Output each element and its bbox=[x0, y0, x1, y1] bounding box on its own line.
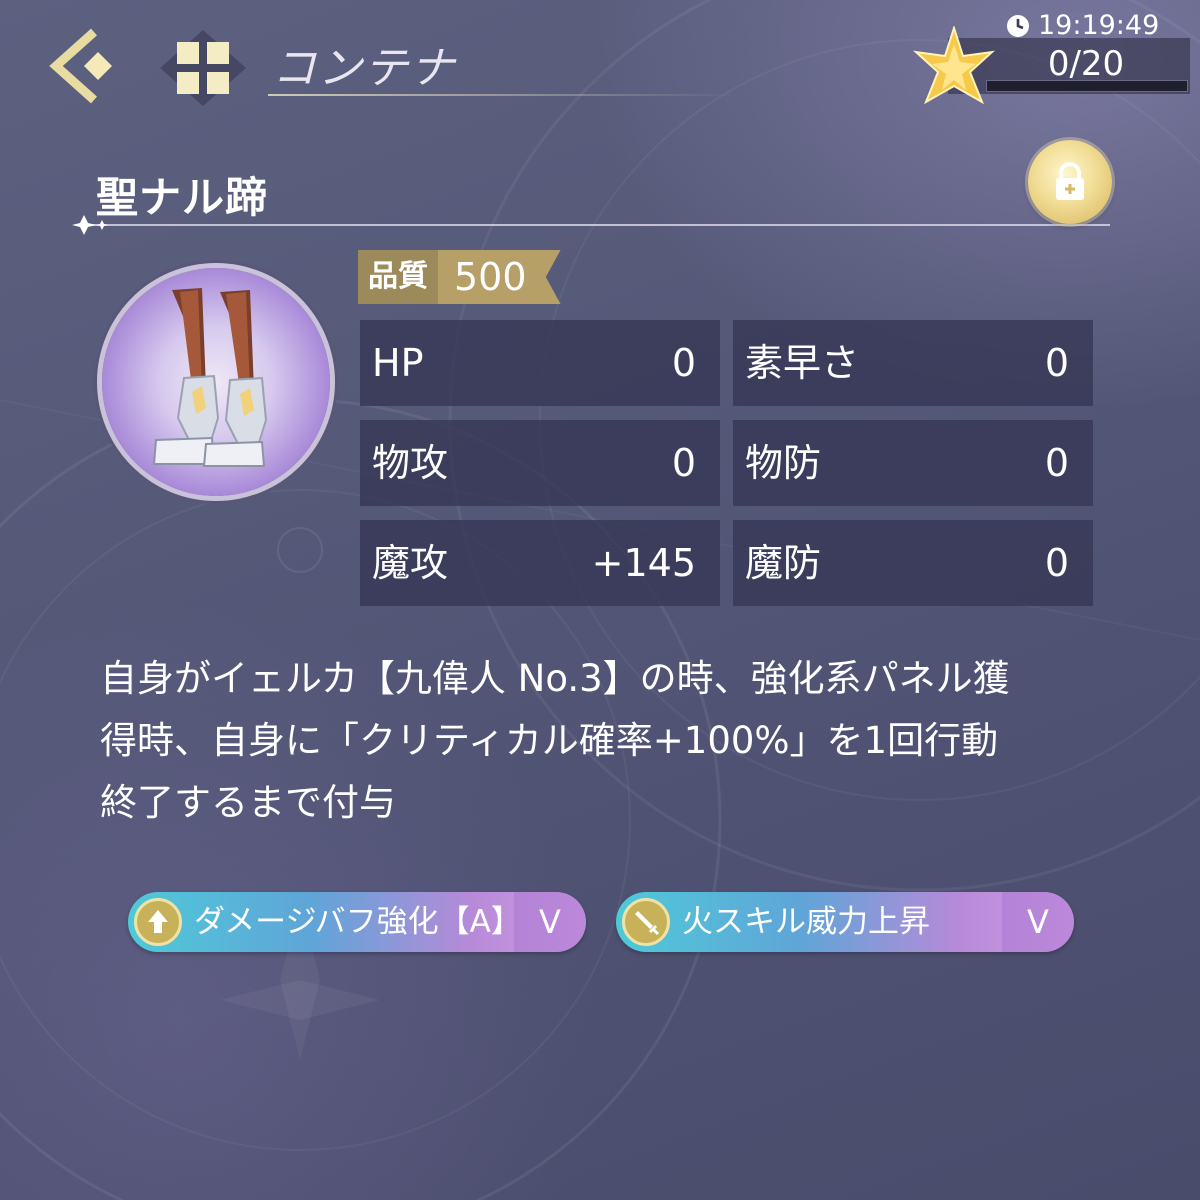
clock: 19:19:49 bbox=[1006, 10, 1159, 41]
quality-value: 500 bbox=[438, 250, 561, 304]
skill-pill-damage-buff[interactable]: ダメージバフ強化【A】 V bbox=[128, 892, 586, 952]
skill-label: 火スキル威力上昇 bbox=[682, 904, 930, 940]
star-crystal-icon bbox=[912, 26, 996, 105]
stamina-count: 0/20 bbox=[1047, 44, 1125, 84]
stat-value: +145 bbox=[591, 541, 696, 585]
quality-badge: 品質 500 bbox=[358, 250, 561, 304]
menu-button[interactable] bbox=[160, 30, 246, 106]
back-button[interactable] bbox=[46, 26, 126, 106]
stat-speed: 素早さ 0 bbox=[733, 320, 1093, 406]
stat-value: 0 bbox=[1044, 341, 1069, 385]
chevron-left-icon bbox=[49, 28, 112, 104]
clock-icon bbox=[1007, 14, 1029, 37]
stamina-bar bbox=[986, 80, 1188, 92]
title-underline bbox=[268, 94, 738, 96]
skill-grade: V bbox=[514, 892, 586, 952]
stat-label: 物攻 bbox=[372, 441, 449, 485]
stat-hp: HP 0 bbox=[360, 320, 720, 406]
stat-value: 0 bbox=[671, 341, 696, 385]
description-line: 得時、自身に「クリティカル確率+100%」を1回行動 bbox=[100, 719, 999, 762]
grid-icon bbox=[160, 30, 246, 106]
clock-time: 19:19:49 bbox=[1038, 10, 1160, 41]
lock-button[interactable] bbox=[1028, 140, 1112, 224]
stat-label: 物防 bbox=[745, 441, 822, 485]
item-name-underline bbox=[72, 215, 1110, 235]
boots-icon bbox=[152, 288, 268, 467]
stat-value: 0 bbox=[671, 441, 696, 485]
sword-icon bbox=[635, 911, 660, 936]
skill-icon bbox=[622, 898, 670, 946]
stat-magic-defense: 魔防 0 bbox=[733, 520, 1093, 606]
skill-grade: V bbox=[1002, 892, 1074, 952]
stat-label: 魔攻 bbox=[372, 541, 449, 585]
stat-phys-defense: 物防 0 bbox=[733, 420, 1093, 506]
quality-label: 品質 bbox=[358, 250, 438, 304]
description-line: 終了するまで付与 bbox=[100, 781, 396, 824]
stat-magic-attack: 魔攻 +145 bbox=[360, 520, 720, 606]
item-description: 自身がイェルカ【九偉人 No.3】の時、強化系パネル獲 得時、自身に「クリティカ… bbox=[100, 648, 1110, 834]
stat-value: 0 bbox=[1044, 541, 1069, 585]
description-line: 自身がイェルカ【九偉人 No.3】の時、強化系パネル獲 bbox=[100, 657, 1010, 700]
stat-phys-attack: 物攻 0 bbox=[360, 420, 720, 506]
stat-label: 魔防 bbox=[745, 541, 822, 585]
stat-value: 0 bbox=[1044, 441, 1069, 485]
stat-label: 素早さ bbox=[745, 341, 860, 385]
item-portrait bbox=[102, 268, 330, 496]
stat-label: HP bbox=[372, 341, 424, 385]
lock-icon bbox=[1056, 162, 1084, 200]
page-title: コンテナ bbox=[272, 43, 456, 94]
arrow-up-sparkle-icon bbox=[148, 910, 168, 933]
skill-icon bbox=[134, 898, 182, 946]
skill-label: ダメージバフ強化【A】 bbox=[194, 904, 522, 940]
skill-pill-fire-skill[interactable]: 火スキル威力上昇 V bbox=[616, 892, 1074, 952]
